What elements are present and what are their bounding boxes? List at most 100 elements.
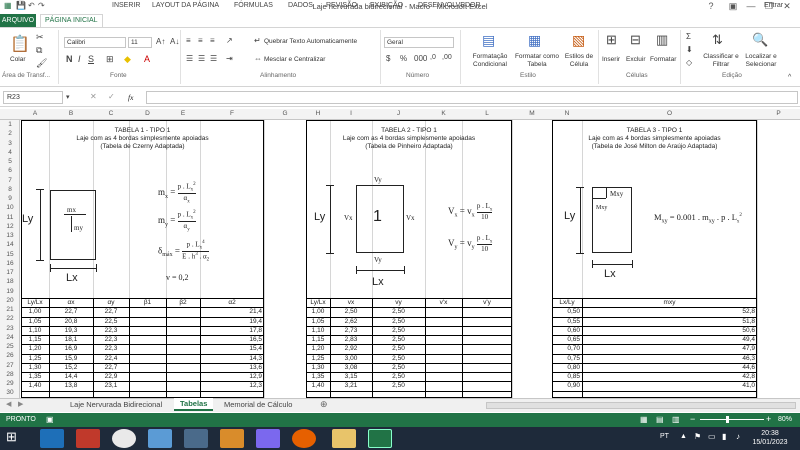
- language-indicator[interactable]: PT: [660, 433, 669, 440]
- t2-cell[interactable]: 2,50: [374, 373, 423, 380]
- column-header[interactable]: K: [425, 110, 462, 117]
- tab-data[interactable]: DADOS: [288, 2, 313, 9]
- underline-icon[interactable]: S: [88, 54, 94, 64]
- tray-network-icon[interactable]: ▮: [722, 432, 726, 441]
- row-header[interactable]: 22: [0, 315, 20, 322]
- row-header[interactable]: 1: [0, 121, 20, 128]
- excel-taskbar-icon[interactable]: [368, 429, 392, 448]
- t1-cell[interactable]: 22,9: [95, 373, 127, 380]
- t1-cell[interactable]: 19,3: [51, 327, 91, 334]
- percent-icon[interactable]: %: [400, 54, 407, 63]
- t2-cell[interactable]: 2,83: [332, 336, 370, 343]
- column-header[interactable]: B: [49, 110, 93, 117]
- format-painter-icon[interactable]: 🖌: [36, 58, 47, 69]
- insert-cells-button[interactable]: Inserir: [602, 56, 620, 63]
- t3-cell[interactable]: 51,8: [584, 318, 755, 325]
- row-header[interactable]: 9: [0, 195, 20, 202]
- t2-cell[interactable]: 2,50: [374, 327, 423, 334]
- tray-volume-icon[interactable]: ♪: [736, 432, 740, 441]
- t2-cell[interactable]: 1,35: [308, 373, 328, 380]
- t1-cell[interactable]: 15,9: [51, 355, 91, 362]
- format-table-button[interactable]: Formatar como Tabela: [512, 53, 562, 69]
- row-header[interactable]: 21: [0, 306, 20, 313]
- tab-formulas[interactable]: FÓRMULAS: [234, 2, 273, 9]
- zoom-level[interactable]: 80%: [778, 416, 792, 423]
- row-header[interactable]: 3: [0, 140, 20, 147]
- align-center-icon[interactable]: ☰: [198, 54, 205, 63]
- sheet-tab-laje[interactable]: Laje Nervurada Bidirecional: [70, 400, 162, 409]
- column-header[interactable]: C: [93, 110, 129, 117]
- t3-cell[interactable]: 0,80: [554, 364, 580, 371]
- t1-cell[interactable]: 13,6: [202, 364, 262, 371]
- t1-cell[interactable]: 22,3: [95, 327, 127, 334]
- t2-cell[interactable]: 2,50: [374, 355, 423, 362]
- row-header[interactable]: 4: [0, 149, 20, 156]
- t2-cell[interactable]: 2,50: [374, 364, 423, 371]
- t1-cell[interactable]: 1,30: [23, 364, 47, 371]
- tray-flag-icon[interactable]: ⚑: [694, 432, 701, 441]
- conditional-format-button[interactable]: Formatação Condicional: [466, 53, 514, 69]
- tab-developer[interactable]: DESENVOLVEDOR: [418, 2, 481, 9]
- t2-cell[interactable]: 2,62: [332, 318, 370, 325]
- tab-view[interactable]: EXIBIÇÃO: [370, 2, 403, 9]
- t2-cell[interactable]: 2,50: [374, 336, 423, 343]
- t1-cell[interactable]: 1,25: [23, 355, 47, 362]
- next-sheet-icon[interactable]: ▶: [18, 400, 23, 408]
- column-header[interactable]: N: [552, 110, 582, 117]
- t3-cell[interactable]: 0,70: [554, 345, 580, 352]
- font-size-select[interactable]: 11: [128, 37, 152, 48]
- row-header[interactable]: 26: [0, 352, 20, 359]
- column-header[interactable]: H: [306, 110, 330, 117]
- sort-filter-button[interactable]: Classificar e Filtrar: [702, 53, 740, 69]
- t1-cell[interactable]: 22,7: [95, 364, 127, 371]
- page-layout-view-icon[interactable]: ▤: [656, 415, 664, 424]
- app-monitor-icon[interactable]: [256, 429, 280, 448]
- t1-cell[interactable]: 14,4: [51, 373, 91, 380]
- cancel-icon[interactable]: ✕: [90, 92, 97, 101]
- row-header[interactable]: 25: [0, 343, 20, 350]
- t1-cell[interactable]: 16,9: [51, 345, 91, 352]
- borders-icon[interactable]: ⊞: [106, 54, 114, 65]
- column-header[interactable]: P: [757, 110, 800, 117]
- macro-record-icon[interactable]: ▣: [46, 415, 54, 424]
- t1-cell[interactable]: 14,3: [202, 355, 262, 362]
- row-header[interactable]: 24: [0, 334, 20, 341]
- t2-cell[interactable]: 2,92: [332, 345, 370, 352]
- sheet-tab-tabelas[interactable]: Tabelas: [174, 398, 214, 411]
- t1-cell[interactable]: 15,4: [202, 345, 262, 352]
- column-header[interactable]: J: [372, 110, 425, 117]
- t3-cell[interactable]: 44,6: [584, 364, 755, 371]
- t2-cell[interactable]: 1,40: [308, 382, 328, 389]
- t2-cell[interactable]: 2,50: [374, 345, 423, 352]
- align-bottom-icon[interactable]: ≡: [210, 36, 215, 45]
- tab-file[interactable]: ARQUIVO: [0, 14, 36, 27]
- currency-icon[interactable]: $: [386, 54, 390, 63]
- cut-icon[interactable]: ✂: [36, 32, 44, 43]
- indent-icon[interactable]: ⇥: [226, 54, 233, 63]
- zoom-slider[interactable]: [700, 419, 764, 420]
- row-header[interactable]: 14: [0, 241, 20, 248]
- t3-cell[interactable]: 0,90: [554, 382, 580, 389]
- row-header[interactable]: 30: [0, 389, 20, 396]
- align-middle-icon[interactable]: ≡: [198, 36, 203, 45]
- page-break-view-icon[interactable]: ▥: [672, 415, 680, 424]
- row-header[interactable]: 11: [0, 214, 20, 221]
- merge-center-button[interactable]: Mesclar e Centralizar: [264, 56, 325, 63]
- font-name-select[interactable]: Calibri: [64, 37, 126, 48]
- decrease-decimal-icon[interactable]: ,00: [442, 54, 452, 61]
- t1-cell[interactable]: 17,8: [202, 327, 262, 334]
- row-header[interactable]: 15: [0, 251, 20, 258]
- row-header[interactable]: 17: [0, 269, 20, 276]
- row-header[interactable]: 8: [0, 186, 20, 193]
- t3-cell[interactable]: 41,0: [584, 382, 755, 389]
- cell-styles-button[interactable]: Estilos de Célula: [562, 53, 596, 69]
- t3-cell[interactable]: 0,55: [554, 318, 580, 325]
- t1-cell[interactable]: 22,3: [95, 345, 127, 352]
- ie-icon[interactable]: [40, 429, 64, 448]
- row-header[interactable]: 2: [0, 130, 20, 137]
- t2-cell[interactable]: 3,00: [332, 355, 370, 362]
- t1-cell[interactable]: 1,20: [23, 345, 47, 352]
- paste-icon[interactable]: 📋: [10, 34, 30, 54]
- t1-cell[interactable]: 1,10: [23, 327, 47, 334]
- t3-cell[interactable]: 0,50: [554, 308, 580, 315]
